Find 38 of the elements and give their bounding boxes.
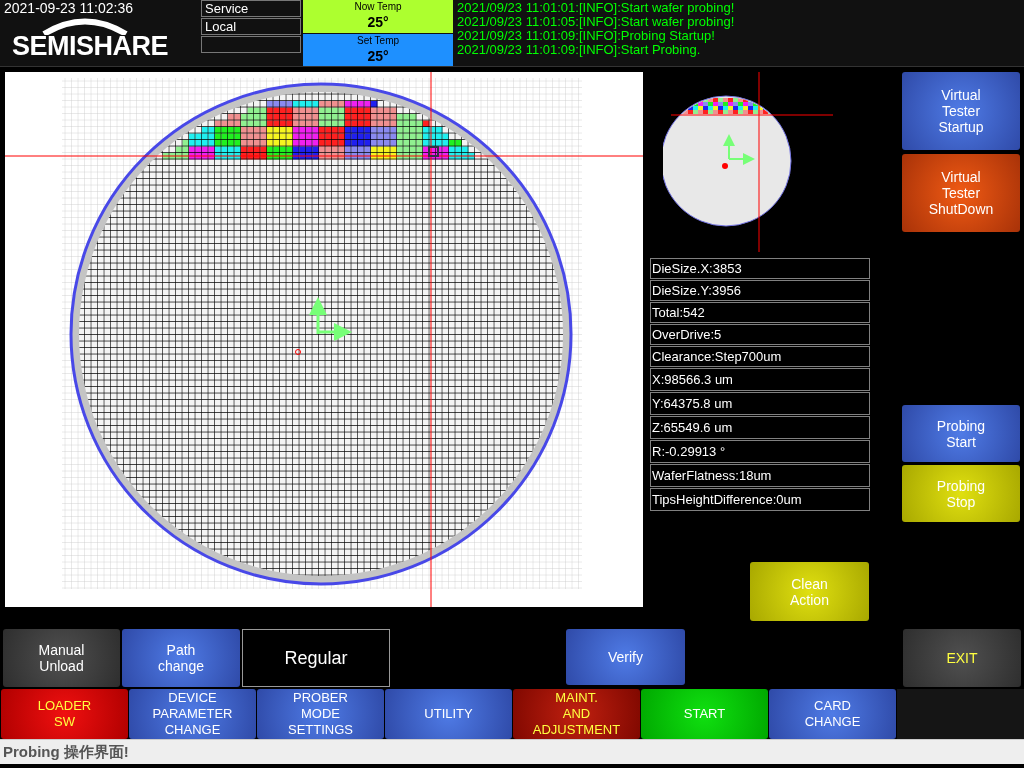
- side-button[interactable]: Virtual Tester ShutDown: [902, 154, 1020, 232]
- path-mode-display: Regular: [242, 629, 390, 687]
- info-cell: Total:542: [650, 302, 870, 323]
- status-message: Probing 操作界面!: [3, 741, 129, 762]
- info-cell: Y:64375.8 um: [650, 392, 870, 415]
- manual-unload-button[interactable]: Manual Unload: [3, 629, 120, 687]
- temperature-value: 25°: [367, 13, 389, 31]
- info-cell: TipsHeightDifference:0um: [650, 488, 870, 511]
- menu-button[interactable]: PROBER MODE SETTINGS: [257, 689, 384, 739]
- menu-button[interactable]: MAINT. AND ADJUSTMENT: [513, 689, 640, 739]
- info-cell: Z:65549.6 um: [650, 416, 870, 439]
- exit-button[interactable]: EXIT: [903, 629, 1021, 687]
- side-button[interactable]: Probing Start: [902, 405, 1020, 462]
- log-line: 2021/09/23 11:01:05:[INFO]:Start wafer probing!: [457, 15, 735, 29]
- info-cell: OverDrive:5: [650, 324, 870, 345]
- info-cell: Clearance:Step700um: [650, 346, 870, 367]
- info-cell: DieSize.X:3853: [650, 258, 870, 279]
- log-line: 2021/09/23 11:01:09:[INFO]:Probing Startup!: [457, 29, 715, 43]
- path-change-button[interactable]: Path change: [122, 629, 240, 687]
- info-cell: DieSize.Y:3956: [650, 280, 870, 301]
- menu-button[interactable]: DEVICE PARAMETER CHANGE: [129, 689, 256, 739]
- verify-button[interactable]: Verify: [566, 629, 685, 685]
- temperature-value: 25°: [367, 46, 389, 65]
- side-button[interactable]: Virtual Tester Startup: [902, 72, 1020, 150]
- mode-field: Service: [201, 0, 301, 17]
- menu-button[interactable]: UTILITY: [385, 689, 512, 739]
- menu-button[interactable]: CARD CHANGE: [769, 689, 896, 739]
- info-cell: X:98566.3 um: [650, 368, 870, 391]
- log-line: 2021/09/23 11:01:09:[INFO]:Start Probing.: [457, 43, 701, 57]
- menu-button[interactable]: LOADER SW: [1, 689, 128, 739]
- temperature-label: Set Temp: [356, 33, 400, 47]
- info-cell: R:-0.29913 °: [650, 440, 870, 463]
- temperature-label: Now Temp: [354, 0, 402, 13]
- info-cell: WaferFlatness:18um: [650, 464, 870, 487]
- log-line: 2021/09/23 11:01:01:[INFO]:Start wafer probing!: [457, 1, 735, 15]
- date-time: 2021-09-23 11:02:36: [3, 0, 133, 16]
- mode-field: Local: [201, 18, 301, 35]
- semishare-logo: SEMISHARE: [12, 17, 192, 63]
